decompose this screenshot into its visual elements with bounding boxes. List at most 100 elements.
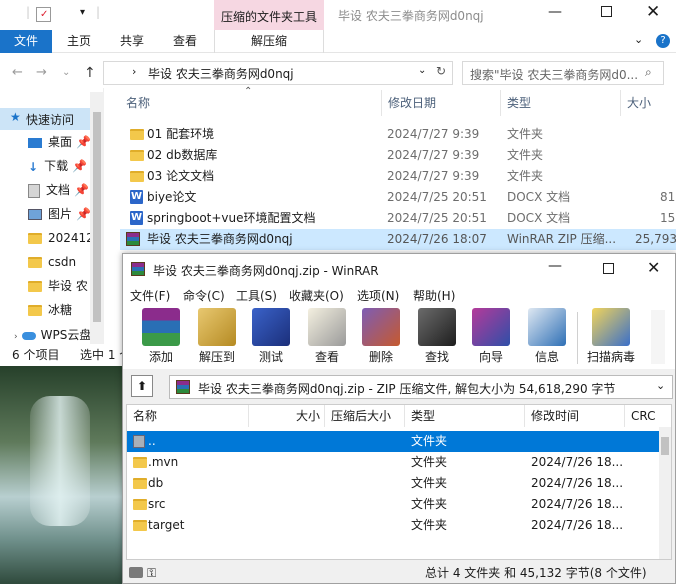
search-icon[interactable]: ⌕ [645,65,652,80]
up-button[interactable]: ↑ [84,65,96,81]
sidebar-scrollbar[interactable] [90,92,104,344]
test-button[interactable]: 测试 [247,308,295,365]
toolbar-label: 查找 [424,350,449,364]
search-input[interactable]: 搜索"毕设 农夫三拳商务网d0... [470,66,642,83]
back-button[interactable]: ← [12,65,23,80]
archive-row[interactable]: .mvn 文件夹 2024/7/26 18... [127,452,659,473]
menu-file[interactable]: 文件(F) [130,287,170,304]
help-icon[interactable]: ? [656,34,670,48]
file-row-selected[interactable]: 毕设 农夫三拳商务网d0nqj 2024/7/26 18:07 WinRAR Z… [120,229,676,250]
quick-access-item[interactable]: ★ 快速访问 [0,108,104,130]
scrollbar-thumb[interactable] [93,112,101,322]
wizard-icon [472,308,510,346]
tab-home[interactable]: 主页 [67,30,91,53]
sidebar-item-wps-cloud[interactable]: › WPS云盘 [14,327,100,343]
column-packed-size[interactable]: 压缩后大小 [325,405,405,427]
toolbar-label: 添加 [148,350,173,364]
list-scrollbar[interactable] [659,427,671,559]
folder-icon [133,457,147,468]
path-dropdown-icon[interactable]: ⌄ [656,379,665,392]
sidebar-item-label: 文档 [46,183,71,197]
refresh-icon[interactable]: ↻ [436,64,446,78]
column-type[interactable]: 类型 [405,405,525,427]
search-box[interactable]: 搜索"毕设 农夫三拳商务网d0... ⌕ [462,61,664,85]
collapse-ribbon-icon[interactable]: ⌄ [634,33,643,46]
scan-virus-button[interactable]: 扫描病毒 [583,308,639,365]
add-button[interactable]: 添加 [137,308,185,365]
drive-icon[interactable] [129,567,143,578]
column-date[interactable]: 修改日期 [381,90,436,116]
menu-options[interactable]: 选项(N) [357,287,399,304]
wizard-button[interactable]: 向导 [467,308,515,365]
archive-row[interactable]: db 文件夹 2024/7/26 18... [127,473,659,494]
tab-view[interactable]: 查看 [173,30,197,53]
column-size[interactable]: 大小 [620,90,651,116]
view-button[interactable]: 查看 [303,308,351,365]
file-row[interactable]: W springboot+vue环境配置文档 2024/7/25 20:51 D… [120,208,676,229]
row-name: db [148,476,164,490]
forward-button[interactable]: → [36,65,47,80]
address-bar-row: ← → ⌄ ↑ › 毕设 农夫三拳商务网d0nqj ⌄ ↻ 搜索"毕设 农夫三拳… [0,58,676,88]
file-row[interactable]: 01 配套环境 2024/7/27 9:39 文件夹 [120,124,676,145]
address-dropdown-icon[interactable]: ⌄ [418,65,426,76]
tab-share[interactable]: 共享 [120,30,144,53]
archive-path-field[interactable]: 毕设 农夫三拳商务网d0nqj.zip - ZIP 压缩文件, 解包大小为 54… [169,375,673,399]
sidebar-item-label: 冰糖 [48,303,73,317]
delete-button[interactable]: 删除 [357,308,405,365]
properties-icon[interactable]: ✓ [36,7,51,22]
documents-icon [28,183,40,198]
row-name: .. [148,434,156,448]
scrollbar-thumb[interactable] [661,437,669,455]
column-type[interactable]: 类型 [500,90,531,116]
archive-row[interactable]: target 文件夹 2024/7/26 18... [127,515,659,536]
tab-extract[interactable]: 解压缩 [214,30,324,53]
file-row[interactable]: W biye论文 2024/7/25 20:51 DOCX 文档 81 [120,187,676,208]
minimize-button[interactable]: — [548,4,562,20]
archive-file-list: 名称 大小 压缩后大小 类型 修改时间 CRC .. 文件夹 .mvn 文件夹 … [126,404,672,560]
pin-icon: 📌 [72,159,88,173]
row-type: 文件夹 [411,455,448,469]
file-size: 15 [660,211,676,225]
archive-row-selected[interactable]: .. 文件夹 [127,431,659,452]
toolbar-overflow[interactable] [651,310,665,364]
row-type: 文件夹 [411,497,448,511]
column-name[interactable]: 名称 [126,90,150,116]
find-button[interactable]: 查找 [413,308,461,365]
file-type: 文件夹 [507,169,544,183]
maximize-button[interactable] [603,263,614,274]
up-one-level-button[interactable]: ⬆ [131,375,153,397]
menu-favorites[interactable]: 收藏夹(O) [289,287,344,304]
row-modified: 2024/7/26 18... [531,455,624,469]
menu-tools[interactable]: 工具(S) [236,287,277,304]
file-row[interactable]: 02 db数据库 2024/7/27 9:39 文件夹 [120,145,676,166]
winrar-status-bar: ⚿ 总计 4 文件夹 和 45,132 字节(8 个文件) [123,562,675,584]
close-button[interactable]: ✕ [647,258,660,277]
folder-icon [133,520,147,531]
column-name[interactable]: 名称 [127,405,249,427]
delete-icon [362,308,400,346]
quick-access-dropdown-icon[interactable]: ▾ [80,7,85,18]
archive-row[interactable]: src 文件夹 2024/7/26 18... [127,494,659,515]
key-icon[interactable]: ⚿ [147,562,156,584]
archive-path-text: 毕设 农夫三拳商务网d0nqj.zip - ZIP 压缩文件, 解包大小为 54… [198,382,616,396]
minimize-button[interactable]: — [548,258,562,274]
close-button[interactable]: ✕ [646,2,660,22]
recent-dropdown-icon[interactable]: ⌄ [62,67,70,78]
extract-to-button[interactable]: 解压到 [193,308,241,365]
file-date: 2024/7/27 9:39 [387,169,480,183]
ribbon-tabs: 文件 主页 共享 查看 解压缩 ⌄ ? [0,30,676,53]
address-field[interactable]: › 毕设 农夫三拳商务网d0nqj ⌄ ↻ [103,61,453,85]
info-button[interactable]: 信息 [523,308,571,365]
menu-help[interactable]: 帮助(H) [413,287,455,304]
folder-icon [133,478,147,489]
maximize-button[interactable] [601,6,612,17]
column-crc[interactable]: CRC [625,405,659,427]
tab-file[interactable]: 文件 [0,30,52,53]
file-date: 2024/7/26 18:07 [387,232,487,246]
selected-count: 选中 1 个 [80,348,124,362]
file-name: biye论文 [147,190,197,204]
column-modified[interactable]: 修改时间 [525,405,625,427]
file-row[interactable]: 03 论文文档 2024/7/27 9:39 文件夹 [120,166,676,187]
column-size[interactable]: 大小 [249,405,325,427]
menu-commands[interactable]: 命令(C) [183,287,225,304]
